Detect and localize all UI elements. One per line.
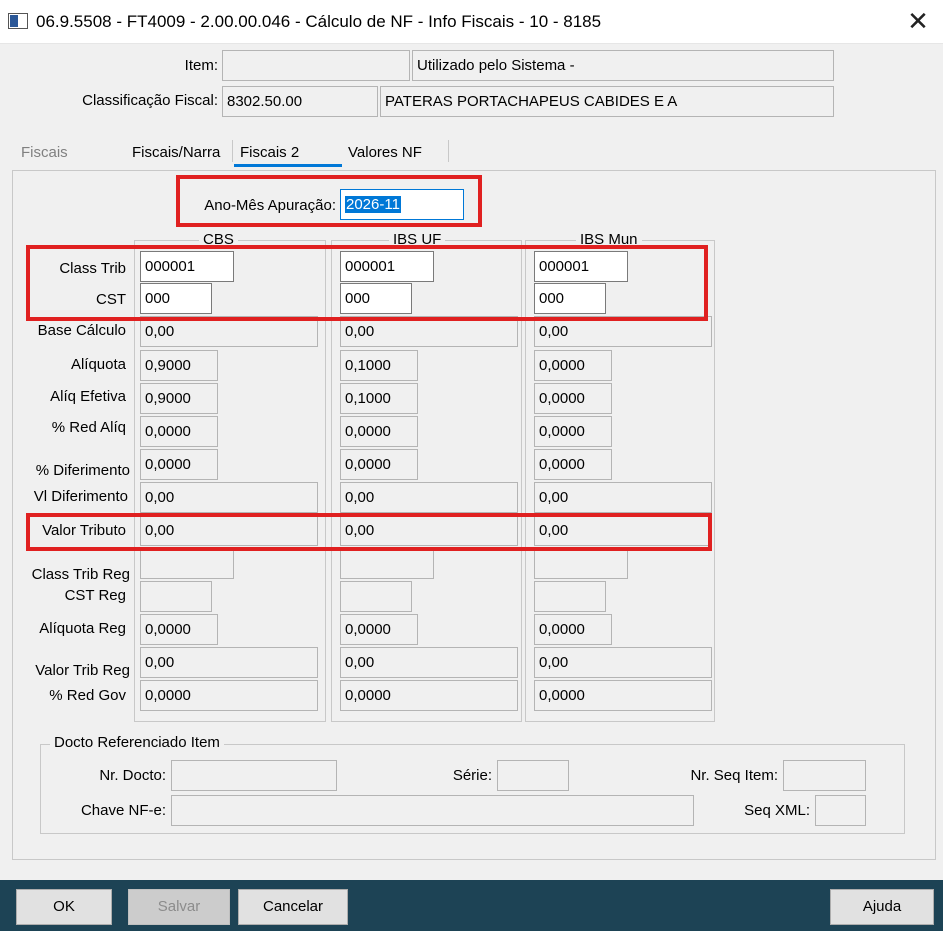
ibs-uf-valor-trib-reg-field[interactable]: 0,00 [340, 647, 518, 678]
tab-fiscais-narra[interactable]: Fiscais/Narra [126, 142, 226, 168]
highlight-apuracao [176, 175, 482, 227]
close-icon[interactable]: ✕ [898, 6, 938, 38]
ibs-mun-valor-trib-reg-field[interactable]: 0,00 [534, 647, 712, 678]
docto-referenciado-title: Docto Referenciado Item [50, 734, 224, 751]
ibs-mun-red-gov-field[interactable]: 0,0000 [534, 680, 712, 711]
nr-docto-field[interactable] [171, 760, 337, 791]
window-icon [8, 13, 28, 29]
classificacao-fiscal-field[interactable]: 8302.50.00 [222, 86, 378, 117]
ajuda-button[interactable]: Ajuda [830, 889, 934, 925]
ibs-uf-red-aliq-field[interactable]: 0,0000 [340, 416, 418, 447]
salvar-button[interactable]: Salvar [128, 889, 230, 925]
classificacao-description-field[interactable]: PATERAS PORTACHAPEUS CABIDES E A [380, 86, 834, 117]
serie-field[interactable] [497, 760, 569, 791]
tab-separator [232, 140, 233, 162]
ibs-uf-red-gov-field[interactable]: 0,0000 [340, 680, 518, 711]
cancelar-button[interactable]: Cancelar [238, 889, 348, 925]
tab-valores-nf[interactable]: Valores NF [342, 142, 428, 168]
red-aliq-label: % Red Alíq [51, 419, 126, 436]
aliq-efetiva-label: Alíq Efetiva [50, 388, 126, 405]
aliquota-label: Alíquota [70, 356, 126, 373]
ibs-uf-aliquota-field[interactable]: 0,1000 [340, 350, 418, 381]
cbs-red-gov-field[interactable]: 0,0000 [140, 680, 318, 711]
ibs-mun-vl-diferimento-field[interactable]: 0,00 [534, 482, 712, 513]
ibs-mun-diferimento-field[interactable]: 0,0000 [534, 449, 612, 480]
chave-nfe-field[interactable] [171, 795, 694, 826]
cbs-diferimento-field[interactable]: 0,0000 [140, 449, 218, 480]
cbs-aliq-efetiva-field[interactable]: 0,9000 [140, 383, 218, 414]
item-description-field[interactable]: Utilizado pelo Sistema - [412, 50, 834, 81]
ibs-uf-aliquota-reg-field[interactable]: 0,0000 [340, 614, 418, 645]
ibs-mun-aliquota-reg-field[interactable]: 0,0000 [534, 614, 612, 645]
item-label: Item: [184, 57, 218, 74]
cbs-red-aliq-field[interactable]: 0,0000 [140, 416, 218, 447]
tab-separator [448, 140, 449, 162]
nr-seq-item-field[interactable] [783, 760, 866, 791]
cbs-aliquota-field[interactable]: 0,9000 [140, 350, 218, 381]
ok-button[interactable]: OK [16, 889, 112, 925]
active-tab-indicator [234, 164, 342, 167]
ibs-uf-cst-reg-field[interactable] [340, 581, 412, 612]
cst-reg-label: CST Reg [64, 587, 126, 604]
aliquota-reg-label: Alíquota Reg [39, 620, 126, 637]
ibs-uf-class-trib-reg-field[interactable] [340, 548, 434, 579]
title-bar: 06.9.5508 - FT4009 - 2.00.00.046 - Cálcu… [0, 0, 943, 44]
ibs-mun-class-trib-reg-field[interactable] [534, 548, 628, 579]
tab-fiscais[interactable]: Fiscais [15, 142, 74, 168]
cbs-cst-reg-field[interactable] [140, 581, 212, 612]
valor-trib-reg-label: Valor Trib Reg [35, 662, 130, 679]
seq-xml-field[interactable] [815, 795, 866, 826]
cbs-valor-trib-reg-field[interactable]: 0,00 [140, 647, 318, 678]
cbs-class-trib-reg-field[interactable] [140, 548, 234, 579]
window-title: 06.9.5508 - FT4009 - 2.00.00.046 - Cálcu… [36, 12, 602, 31]
class-trib-reg-label: Class Trib Reg [31, 566, 130, 583]
vl-diferimento-label: Vl Diferimento [33, 488, 128, 505]
cbs-vl-diferimento-field[interactable]: 0,00 [140, 482, 318, 513]
chave-nfe-label: Chave NF-e: [80, 802, 166, 819]
seq-xml-label: Seq XML: [744, 802, 810, 819]
diferimento-label: % Diferimento [35, 462, 130, 479]
ibs-uf-diferimento-field[interactable]: 0,0000 [340, 449, 418, 480]
ibs-mun-aliq-efetiva-field[interactable]: 0,0000 [534, 383, 612, 414]
highlight-class-trib-cst [26, 245, 708, 321]
ibs-uf-aliq-efetiva-field[interactable]: 0,1000 [340, 383, 418, 414]
ibs-mun-aliquota-field[interactable]: 0,0000 [534, 350, 612, 381]
ibs-uf-vl-diferimento-field[interactable]: 0,00 [340, 482, 518, 513]
nr-docto-label: Nr. Docto: [99, 767, 166, 784]
highlight-valor-tributo [26, 513, 712, 551]
item-field[interactable] [222, 50, 410, 81]
red-gov-label: % Red Gov [49, 687, 126, 704]
nr-seq-item-label: Nr. Seq Item: [690, 767, 778, 784]
ibs-mun-red-aliq-field[interactable]: 0,0000 [534, 416, 612, 447]
serie-label: Série: [452, 767, 492, 784]
base-calculo-label: Base Cálculo [37, 322, 126, 339]
cbs-aliquota-reg-field[interactable]: 0,0000 [140, 614, 218, 645]
ibs-mun-cst-reg-field[interactable] [534, 581, 606, 612]
classificacao-fiscal-label: Classificação Fiscal: [82, 92, 218, 109]
